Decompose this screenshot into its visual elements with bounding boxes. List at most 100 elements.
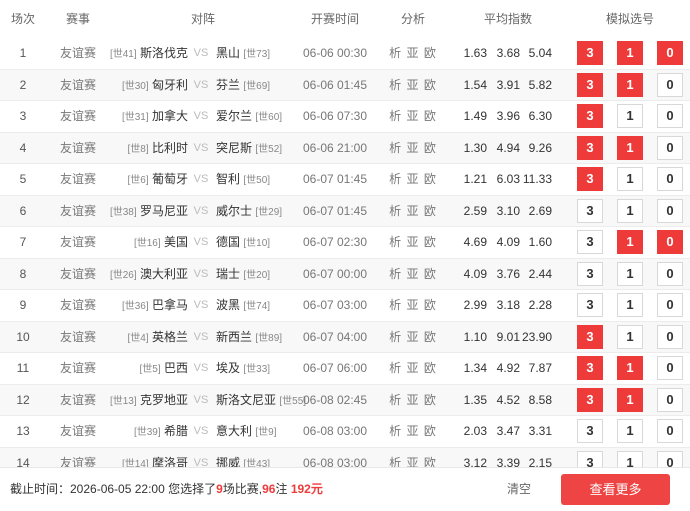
home-team[interactable]: [世39] 希腊	[134, 416, 188, 448]
away-team[interactable]: 瑞士 [世20]	[216, 259, 270, 291]
pick-0-button[interactable]: 0	[657, 324, 683, 349]
pick-0-button[interactable]: 0	[657, 387, 683, 412]
pick-1-button[interactable]: 1	[617, 72, 643, 97]
away-team[interactable]: 波黑 [世74]	[216, 290, 270, 322]
analysis-links[interactable]: 析 亚 欧	[389, 227, 437, 257]
away-team[interactable]: 突尼斯 [世52]	[216, 133, 282, 165]
league-name[interactable]: 友谊赛	[60, 353, 96, 383]
analysis-links[interactable]: 析 亚 欧	[389, 416, 437, 446]
away-team[interactable]: 德国 [世10]	[216, 227, 270, 259]
pick-3-button[interactable]: 3	[577, 135, 603, 160]
pick-0-button[interactable]: 0	[657, 293, 683, 317]
pick-3-button[interactable]: 3	[577, 324, 603, 349]
home-team[interactable]: [世5] 巴西	[140, 353, 188, 385]
odds-draw: 4.94	[496, 140, 520, 155]
home-team[interactable]: [世13] 克罗地亚	[110, 385, 188, 417]
pick-3-button[interactable]: 3	[577, 293, 603, 317]
pick-0-button[interactable]: 0	[657, 135, 683, 160]
league-name[interactable]: 友谊赛	[60, 322, 96, 352]
league-name[interactable]: 友谊赛	[60, 101, 96, 131]
league-name[interactable]: 友谊赛	[60, 290, 96, 320]
away-team[interactable]: 威尔士 [世29]	[216, 196, 282, 228]
pick-1-button[interactable]: 1	[617, 41, 643, 65]
league-name[interactable]: 友谊赛	[60, 196, 96, 226]
league-name[interactable]: 友谊赛	[60, 385, 96, 415]
league-name[interactable]: 友谊赛	[60, 70, 96, 100]
pick-0-button[interactable]: 0	[657, 167, 683, 191]
pick-1-button[interactable]: 1	[617, 135, 643, 160]
league-name[interactable]: 友谊赛	[60, 227, 96, 257]
away-team[interactable]: 新西兰 [世89]	[216, 322, 282, 354]
odds-win: 1.34	[463, 361, 487, 375]
home-team[interactable]: [世30] 匈牙利	[122, 70, 188, 102]
odds-win: 1.54	[463, 77, 487, 92]
home-team[interactable]: [世8] 比利时	[128, 133, 188, 165]
home-team[interactable]: [世38] 罗马尼亚	[110, 196, 188, 228]
pick-3-button[interactable]: 3	[577, 419, 603, 443]
analysis-links[interactable]: 析 亚 欧	[389, 196, 437, 226]
analysis-links[interactable]: 析 亚 欧	[389, 164, 437, 194]
pick-1-button[interactable]: 1	[617, 104, 643, 128]
pick-3-button[interactable]: 3	[577, 104, 603, 128]
away-team-name: 埃及	[216, 361, 241, 375]
pick-3-button[interactable]: 3	[577, 356, 603, 380]
pick-3-button[interactable]: 3	[577, 167, 603, 191]
pick-3-button[interactable]: 3	[577, 72, 603, 97]
home-team[interactable]: [世41] 斯洛伐克	[110, 38, 188, 70]
pick-1-button[interactable]: 1	[617, 230, 643, 254]
league-name[interactable]: 友谊赛	[60, 164, 96, 194]
analysis-links[interactable]: 析 亚 欧	[389, 133, 437, 163]
pick-0-button[interactable]: 0	[657, 230, 683, 254]
pick-3-button[interactable]: 3	[577, 387, 603, 412]
away-team[interactable]: 斯洛文尼亚 [世55]	[216, 385, 306, 417]
pick-3-button[interactable]: 3	[577, 198, 603, 223]
away-team-name: 突尼斯	[216, 140, 253, 155]
away-team[interactable]: 埃及 [世33]	[216, 353, 270, 385]
analysis-links[interactable]: 析 亚 欧	[389, 101, 437, 131]
pick-3-button[interactable]: 3	[577, 261, 603, 286]
away-team[interactable]: 智利 [世50]	[216, 164, 270, 196]
analysis-links[interactable]: 析 亚 欧	[389, 322, 437, 352]
pick-1-button[interactable]: 1	[617, 293, 643, 317]
pick-0-button[interactable]: 0	[657, 72, 683, 97]
analysis-links[interactable]: 析 亚 欧	[389, 38, 437, 68]
home-team[interactable]: [世26] 澳大利亚	[110, 259, 188, 291]
pick-1-button[interactable]: 1	[617, 324, 643, 349]
league-name[interactable]: 友谊赛	[60, 38, 96, 68]
analysis-links[interactable]: 析 亚 欧	[389, 290, 437, 320]
odds-win: 1.21	[463, 172, 487, 186]
league-name[interactable]: 友谊赛	[60, 133, 96, 163]
pick-1-button[interactable]: 1	[617, 356, 643, 380]
league-name[interactable]: 友谊赛	[60, 259, 96, 289]
pick-0-button[interactable]: 0	[657, 104, 683, 128]
pick-0-button[interactable]: 0	[657, 198, 683, 223]
pick-0-button[interactable]: 0	[657, 261, 683, 286]
pick-1-button[interactable]: 1	[617, 167, 643, 191]
pick-1-button[interactable]: 1	[617, 261, 643, 286]
analysis-links[interactable]: 析 亚 欧	[389, 259, 437, 289]
away-team[interactable]: 芬兰 [世69]	[216, 70, 270, 102]
away-rank: [世10]	[243, 238, 271, 249]
pick-3-button[interactable]: 3	[577, 230, 603, 254]
home-team[interactable]: [世6] 葡萄牙	[128, 164, 188, 196]
pick-1-button[interactable]: 1	[617, 198, 643, 223]
home-team[interactable]: [世4] 英格兰	[128, 322, 188, 354]
view-more-button[interactable]: 查看更多	[561, 474, 670, 505]
clear-button[interactable]: 清空	[507, 468, 531, 510]
pick-1-button[interactable]: 1	[617, 387, 643, 412]
league-name[interactable]: 友谊赛	[60, 416, 96, 446]
home-team[interactable]: [世31] 加拿大	[122, 101, 188, 133]
away-team[interactable]: 意大利 [世9]	[216, 416, 276, 448]
pick-3-button[interactable]: 3	[577, 41, 603, 65]
away-team[interactable]: 爱尔兰 [世60]	[216, 101, 282, 133]
analysis-links[interactable]: 析 亚 欧	[389, 70, 437, 100]
analysis-links[interactable]: 析 亚 欧	[389, 353, 437, 383]
pick-0-button[interactable]: 0	[657, 41, 683, 65]
home-team[interactable]: [世16] 美国	[134, 227, 188, 259]
pick-1-button[interactable]: 1	[617, 419, 643, 443]
pick-0-button[interactable]: 0	[657, 419, 683, 443]
away-team[interactable]: 黑山 [世73]	[216, 38, 270, 70]
analysis-links[interactable]: 析 亚 欧	[389, 385, 437, 415]
pick-0-button[interactable]: 0	[657, 356, 683, 380]
home-team[interactable]: [世36] 巴拿马	[122, 290, 188, 322]
